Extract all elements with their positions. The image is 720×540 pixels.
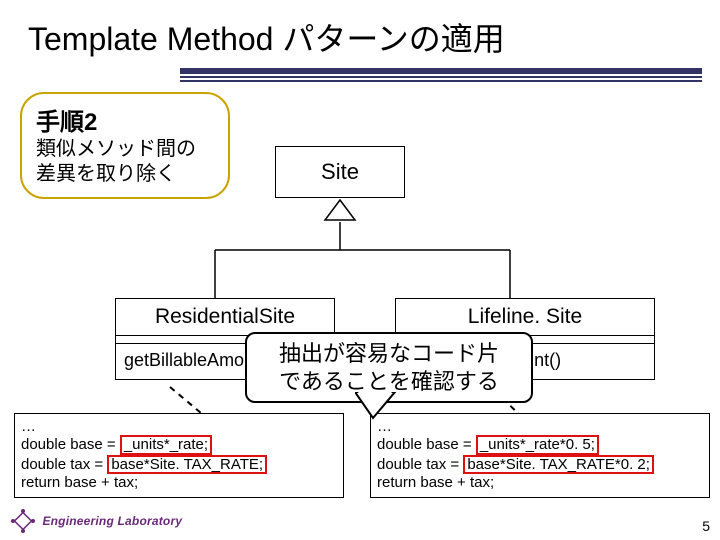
uml-class-name: Lifeline. Site [396,299,654,336]
code-highlight: base*Site. TAX_RATE; [107,455,267,474]
uml-inheritance-arrow-icon [323,198,357,224]
code-box-right: … double base = _units*_rate*0. 5; doubl… [370,413,710,498]
page-number: 5 [702,518,710,534]
speech-line1: 抽出が容易なコード片 [279,341,499,366]
code-line: double base = _units*_rate; [21,435,337,454]
code-line: double tax = base*Site. TAX_RATE; [21,455,337,474]
footer-logo-text: Engineering Laboratory [42,514,182,528]
code-line: return base + tax; [377,474,703,491]
code-highlight: base*Site. TAX_RATE*0. 2; [463,455,654,474]
speech-tail-icon [355,392,405,422]
code-line: return base + tax; [21,474,337,491]
step-heading: 手順2 [36,102,214,137]
title-rule [180,68,702,82]
code-line: double tax = base*Site. TAX_RATE*0. 2; [377,455,703,474]
footer-logo: Engineering Laboratory [8,506,182,536]
code-highlight: _units*_rate*0. 5; [476,435,599,454]
code-text: double tax = [377,456,463,473]
code-text: double base = [377,436,476,453]
uml-class-site: Site [275,146,405,198]
step-callout: 手順2 類似メソッド間の 差異を取り除く [20,92,230,199]
note-link-left-icon [169,386,201,413]
code-line: … [377,418,703,435]
code-line: … [21,418,337,435]
uml-class-name: ResidentialSite [116,299,334,336]
speech-line2: であることを確認する [279,369,499,394]
step-body-line2: 差異を取り除く [36,163,176,185]
code-highlight: _units*_rate; [120,435,212,454]
code-box-left: … double base = _units*_rate; double tax… [14,413,344,498]
code-text: double base = [21,436,120,453]
code-line: double base = _units*_rate*0. 5; [377,435,703,454]
step-body-line1: 類似メソッド間の [36,138,196,160]
lab-logo-icon [8,506,38,536]
slide-title: Template Method パターンの適用 [0,0,720,68]
code-text: double tax = [21,456,107,473]
step-body: 類似メソッド間の 差異を取り除く [36,137,214,187]
